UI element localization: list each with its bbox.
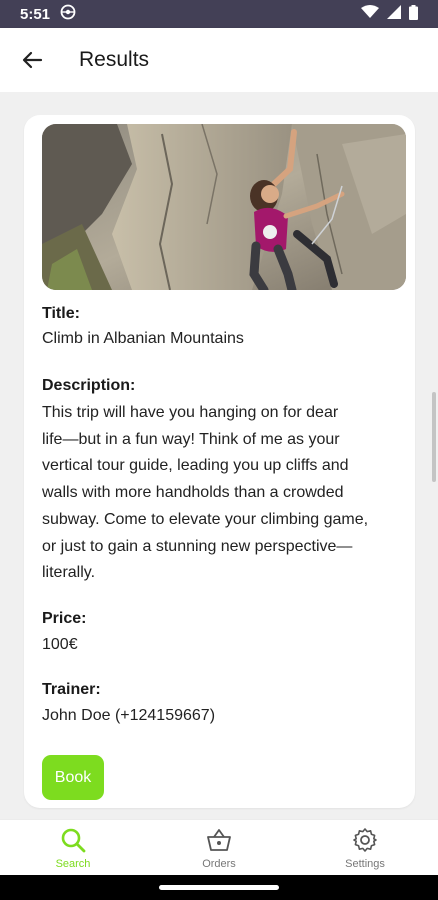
description-label: Description: <box>42 377 136 394</box>
nav-label-orders: Orders <box>202 858 236 870</box>
book-button[interactable]: Book <box>42 755 104 800</box>
basket-icon <box>206 827 232 853</box>
trip-card: Title: Climb in Albanian Mountains Descr… <box>24 115 415 808</box>
status-time: 5:51 <box>20 5 51 23</box>
bottom-navigation: Search Orders Settings <box>0 819 438 875</box>
app-bar: Results <box>0 28 438 92</box>
trip-price: 100€ <box>42 636 78 653</box>
nav-label-search: Search <box>55 858 91 870</box>
wifi-icon <box>361 5 379 23</box>
nav-label-settings: Settings <box>345 858 385 870</box>
vpn-icon <box>60 4 76 24</box>
results-list[interactable]: Title: Climb in Albanian Mountains Descr… <box>0 92 438 819</box>
trip-description: This trip will have you hanging on for d… <box>42 400 406 587</box>
description-line: walls with more handholds than a crowded <box>42 484 344 502</box>
description-line: or just to gain a stunning new perspecti… <box>42 537 353 555</box>
description-line: literally. <box>42 564 96 582</box>
description-line: vertical tour guide, leading you up clif… <box>42 457 349 475</box>
arrow-back-icon <box>22 51 43 69</box>
signal-icon <box>387 5 401 23</box>
gear-icon <box>352 827 378 853</box>
trip-photo <box>42 124 406 290</box>
scrollbar[interactable] <box>432 392 436 482</box>
description-line: This trip will have you hanging on for d… <box>42 404 339 421</box>
trip-trainer: John Doe (+124159667) <box>42 707 216 724</box>
trip-title: Climb in Albanian Mountains <box>42 330 244 347</box>
description-line: subway. Come to elevate your climbing ga… <box>42 510 369 528</box>
nav-item-settings[interactable]: Settings <box>292 820 438 875</box>
home-gesture-handle[interactable] <box>159 885 279 890</box>
nav-item-orders[interactable]: Orders <box>146 820 292 875</box>
title-label: Title: <box>42 305 80 322</box>
back-button[interactable] <box>10 38 54 82</box>
battery-icon <box>409 4 418 24</box>
search-icon <box>60 827 86 853</box>
page-title: Results <box>79 48 150 71</box>
trainer-label: Trainer: <box>42 681 101 698</box>
nav-item-search[interactable]: Search <box>0 820 146 875</box>
status-bar: 5:51 <box>0 0 438 28</box>
price-label: Price: <box>42 610 87 627</box>
description-line: life—but in a fun way! Think of me as yo… <box>42 430 340 448</box>
system-navigation-bar <box>0 875 438 900</box>
